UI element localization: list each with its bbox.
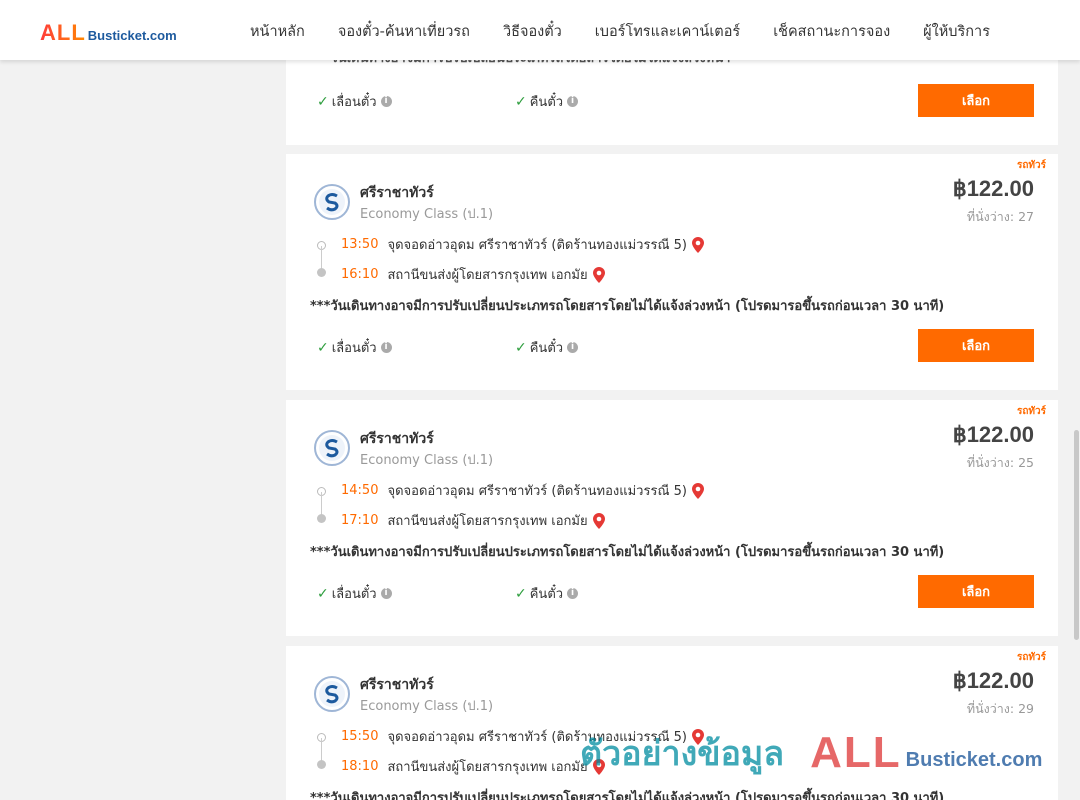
site-header: ALL Busticket.com หน้าหลัก จองตั๋ว-ค้นหา… [0,0,1080,60]
trip-note: ***วันเดินทางอาจมีการปรับเปลี่ยนประเภทรถ… [310,545,945,560]
operator-name: ศรีราชาทัวร์ [360,677,434,693]
reschedule-option: ✓ เลื่อนตั๋ว i [317,583,392,604]
bus-class: Economy Class (ป.1) [360,453,494,468]
arrival-place: สถานีขนส่งผู้โดยสารกรุงเทพ เอกมัย [387,268,588,283]
refund-label: คืนตั๋ว [529,341,564,356]
arrival-time: 17:10 [341,513,379,528]
refund-option: ✓ คืนตั๋ว i [515,583,579,604]
info-icon[interactable]: i [567,342,579,353]
arrival-time: 18:10 [341,759,379,774]
map-pin-icon[interactable] [691,482,704,499]
select-button[interactable]: เลือก [918,575,1034,608]
arrival-stop: 18:10 สถานีขนส่งผู้โดยสารกรุงเทพ เอกมัย [341,756,605,777]
reschedule-label: เลื่อนตั๋ว [331,587,377,602]
nav-phone-counters[interactable]: เบอร์โทรและเคาน์เตอร์ [595,20,740,43]
page-scrollbar[interactable] [1073,60,1080,800]
map-pin-icon[interactable] [691,728,704,745]
check-icon: ✓ [317,585,329,602]
arrival-dot [317,760,326,769]
info-icon[interactable]: i [380,342,392,353]
arrival-stop: 17:10 สถานีขนส่งผู้โดยสารกรุงเทพ เอกมัย [341,510,605,531]
departure-time: 15:50 [341,729,379,744]
seats-available: ที่นั่งว่าง: 29 [966,701,1034,716]
nav-home[interactable]: หน้าหลัก [250,20,305,43]
bus-type-tag: รถทัวร์ [1016,160,1046,171]
bus-class: Economy Class (ป.1) [360,207,494,222]
refund-option: ✓ คืนตั๋ว i [515,337,579,358]
seats-available: ที่นั่งว่าง: 25 [966,455,1034,470]
arrival-stop: 16:10 สถานีขนส่งผู้โดยสารกรุงเทพ เอกมัย [341,264,605,285]
arrival-time: 16:10 [341,267,379,282]
departure-place: จุดจอดอ่าวอุดม ศรีราชาทัวร์ (ติดร้านทองแ… [387,484,687,499]
select-button[interactable]: เลือก [918,329,1034,362]
ticket-price: ฿122.00 [952,668,1034,693]
reschedule-label: เลื่อนตั๋ว [331,95,377,110]
arrival-dot [317,514,326,523]
bus-type-tag: รถทัวร์ [1016,406,1046,417]
site-logo[interactable]: ALL Busticket.com [40,20,177,45]
info-icon[interactable]: i [380,588,392,599]
reschedule-option: ✓ เลื่อนตั๋ว i [317,337,392,358]
check-icon: ✓ [317,339,329,356]
logo-domain-text: Busticket.com [87,28,177,43]
departure-stop: 15:50 จุดจอดอ่าวอุดม ศรีราชาทัวร์ (ติดร้… [341,726,704,747]
nav-book-search[interactable]: จองตั๋ว-ค้นหาเที่ยวรถ [338,20,470,43]
check-icon: ✓ [317,93,329,110]
operator-logo [314,184,350,220]
seats-available: ที่นั่งว่าง: 27 [966,209,1034,224]
departure-place: จุดจอดอ่าวอุดม ศรีราชาทัวร์ (ติดร้านทองแ… [387,238,687,253]
bus-class: Economy Class (ป.1) [360,699,494,714]
nav-operators[interactable]: ผู้ให้บริการ [923,20,990,43]
refund-label: คืนตั๋ว [529,587,564,602]
check-icon: ✓ [515,93,527,110]
operator-logo [314,676,350,712]
ticket-price: ฿122.00 [952,176,1034,201]
check-icon: ✓ [515,339,527,356]
departure-time: 14:50 [341,483,379,498]
logo-all-text: ALL [40,20,86,45]
arrival-place: สถานีขนส่งผู้โดยสารกรุงเทพ เอกมัย [387,760,588,775]
arrival-dot [317,268,326,277]
departure-place: จุดจอดอ่าวอุดม ศรีราชาทัวร์ (ติดร้านทองแ… [387,730,687,745]
arrival-place: สถานีขนส่งผู้โดยสารกรุงเทพ เอกมัย [387,514,588,529]
trip-card: รถทัวร์ ศรีราชาทัวร์ Economy Class (ป.1)… [286,400,1058,636]
map-pin-icon[interactable] [592,266,605,283]
reschedule-label: เลื่อนตั๋ว [331,341,377,356]
ticket-price: ฿122.00 [952,422,1034,447]
reschedule-option: ✓ เลื่อนตั๋ว i [317,91,392,112]
refund-label: คืนตั๋ว [529,95,564,110]
trip-note: ***วันเดินทางอาจมีการปรับเปลี่ยนประเภทรถ… [310,299,945,314]
select-button[interactable]: เลือก [918,84,1034,117]
nav-how-to-book[interactable]: วิธีจองตั๋ว [503,20,562,43]
info-icon[interactable]: i [567,96,579,107]
trip-note: ***วันเดินทางอาจมีการปรับเปลี่ยนประเภทรถ… [310,791,945,800]
operator-name: ศรีราชาทัวร์ [360,185,434,201]
map-pin-icon[interactable] [592,758,605,775]
operator-logo [314,430,350,466]
info-icon[interactable]: i [567,588,579,599]
trip-card: รถทัวร์ ศรีราชาทัวร์ Economy Class (ป.1)… [286,646,1058,800]
refund-option: ✓ คืนตั๋ว i [515,91,579,112]
map-pin-icon[interactable] [691,236,704,253]
departure-time: 13:50 [341,237,379,252]
operator-name: ศรีราชาทัวร์ [360,431,434,447]
trip-card: รถทัวร์ ศรีราชาทัวร์ Economy Class (ป.1)… [286,154,1058,390]
scrollbar-thumb[interactable] [1074,430,1079,640]
departure-stop: 14:50 จุดจอดอ่าวอุดม ศรีราชาทัวร์ (ติดร้… [341,480,704,501]
nav-check-status[interactable]: เช็คสถานะการจอง [773,20,890,43]
info-icon[interactable]: i [380,96,392,107]
map-pin-icon[interactable] [592,512,605,529]
check-icon: ✓ [515,585,527,602]
bus-type-tag: รถทัวร์ [1016,652,1046,663]
main-nav: หน้าหลัก จองตั๋ว-ค้นหาเที่ยวรถ วิธีจองตั… [250,20,1023,43]
departure-stop: 13:50 จุดจอดอ่าวอุดม ศรีราชาทัวร์ (ติดร้… [341,234,704,255]
